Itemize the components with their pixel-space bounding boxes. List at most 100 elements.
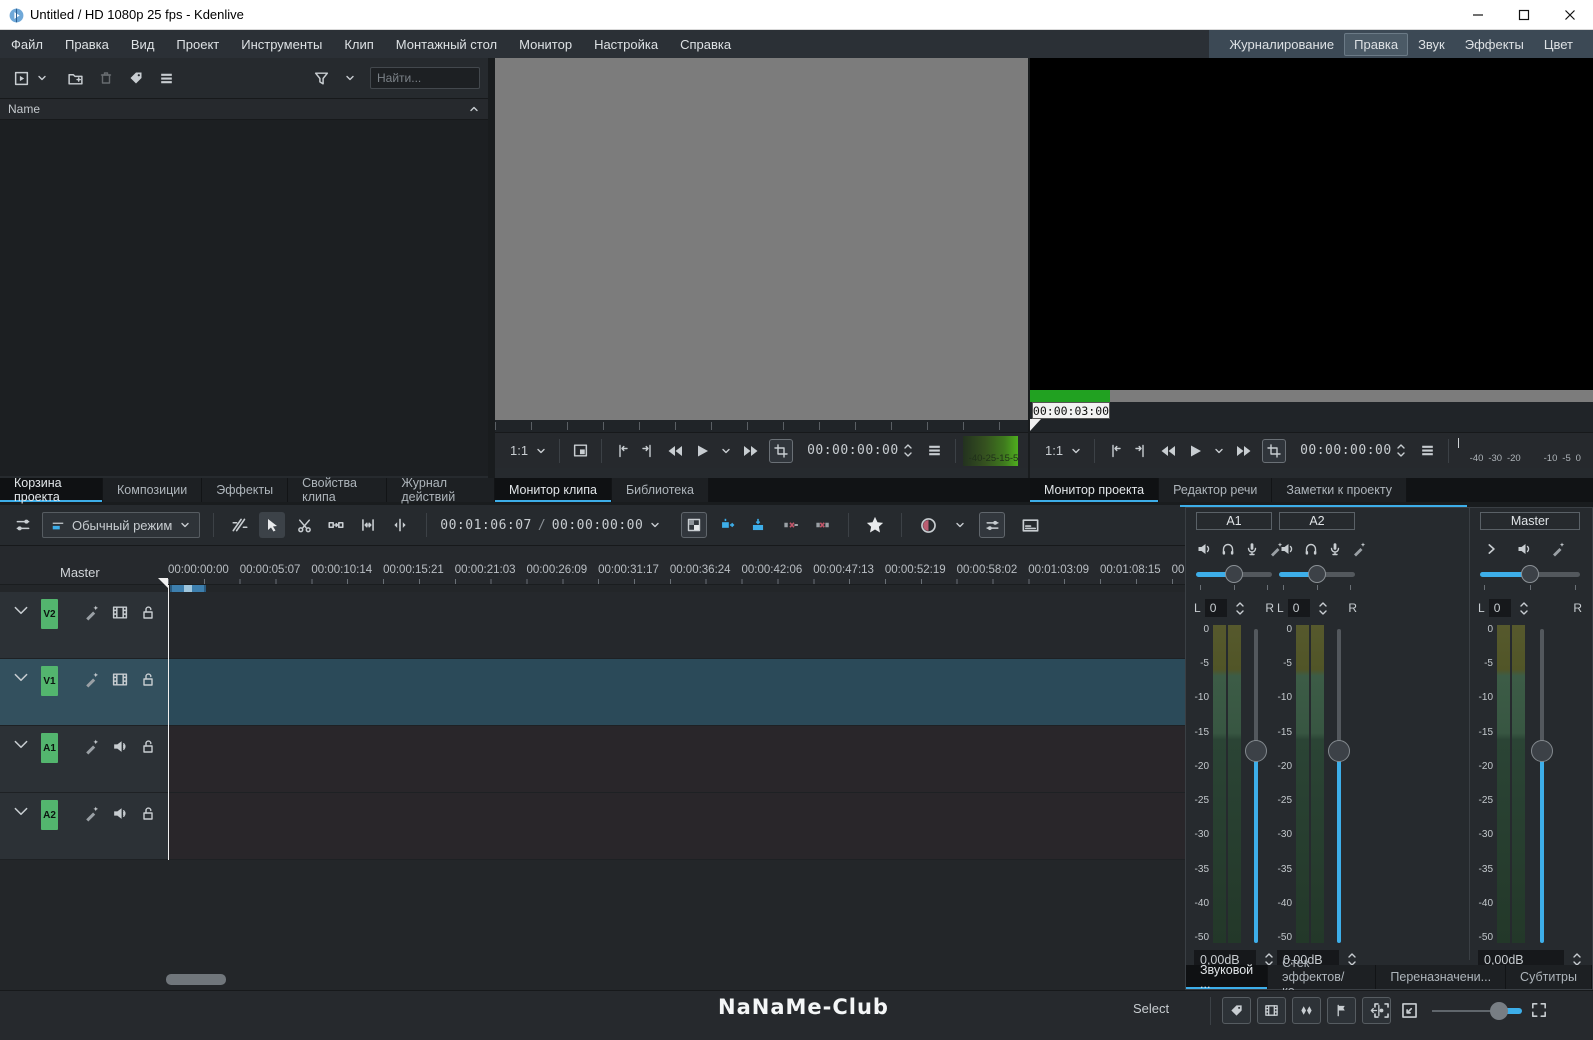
show-tags-button[interactable] <box>1222 997 1251 1024</box>
filter-button[interactable] <box>313 70 330 87</box>
subtitle-toggle[interactable] <box>1017 512 1043 538</box>
project-monitor-zone-bar[interactable] <box>1030 390 1593 402</box>
tab-library[interactable]: Библиотека <box>612 478 709 502</box>
add-clip-button[interactable] <box>8 70 53 87</box>
bin-search-input[interactable] <box>370 67 480 89</box>
rewind-button[interactable] <box>661 443 689 459</box>
lock-icon[interactable] <box>140 805 156 822</box>
zone-mode-button[interactable] <box>1262 439 1286 463</box>
mixer-channel-label[interactable]: Master <box>1480 512 1580 530</box>
track-target-badge[interactable]: V2 <box>41 599 58 629</box>
track-target-badge[interactable]: A2 <box>41 800 58 830</box>
clip-monitor-seek-ruler[interactable] <box>495 420 1028 432</box>
tag-button[interactable] <box>128 70 144 86</box>
menu-view[interactable]: Вид <box>120 32 166 57</box>
speaker-icon[interactable] <box>111 738 129 755</box>
menu-help[interactable]: Справка <box>669 32 742 57</box>
mute-speaker-icon[interactable] <box>1196 541 1212 557</box>
menu-clip[interactable]: Клип <box>333 32 384 57</box>
effects-wand-icon[interactable] <box>1550 541 1566 557</box>
effects-wand-icon[interactable] <box>83 738 100 755</box>
master-track-label[interactable]: Master <box>60 565 100 580</box>
menu-project[interactable]: Проект <box>165 32 230 57</box>
pan-value[interactable]: 0 <box>1205 599 1227 617</box>
mute-speaker-icon[interactable] <box>1279 541 1295 557</box>
lock-icon[interactable] <box>140 671 156 688</box>
project-monitor-timecode[interactable]: 00:00:00:00 <box>1300 443 1392 458</box>
tab-project-monitor[interactable]: Монитор проекта <box>1030 478 1159 502</box>
timeline-zoom-slider[interactable] <box>1432 1007 1522 1015</box>
menu-timeline[interactable]: Монтажный стол <box>385 32 508 57</box>
pan-spinner[interactable] <box>1235 601 1245 616</box>
balance-slider[interactable] <box>1279 570 1355 578</box>
tab-clip-monitor[interactable]: Монитор клипа <box>495 478 612 502</box>
minimize-button[interactable] <box>1455 0 1501 30</box>
clip-monitor-timecode[interactable]: 00:00:00:00 <box>807 443 899 458</box>
selection-tool[interactable] <box>259 512 285 538</box>
monitor-menu-button[interactable] <box>921 442 948 459</box>
lock-icon[interactable] <box>140 738 156 755</box>
tab-project-bin[interactable]: Корзина проекта <box>0 478 103 502</box>
zone-segment[interactable] <box>1030 390 1110 402</box>
record-mic-icon[interactable] <box>1327 541 1343 557</box>
spacer-tool[interactable] <box>323 512 349 538</box>
play-options-chevron[interactable] <box>715 445 737 457</box>
track-header-a1[interactable]: A1 <box>0 726 168 793</box>
record-mic-icon[interactable] <box>1244 541 1260 557</box>
effects-wand-icon[interactable] <box>83 604 100 621</box>
timeline-position-timecode[interactable]: 00:01:06:07 <box>440 518 532 533</box>
track-header-v2[interactable]: V2 <box>0 592 168 659</box>
menu-settings[interactable]: Настройка <box>583 32 669 57</box>
show-thumbnails-button[interactable] <box>1257 997 1286 1024</box>
mix-clips-tool[interactable] <box>227 512 253 538</box>
pan-spinner[interactable] <box>1519 601 1529 616</box>
speaker-icon[interactable] <box>111 805 129 822</box>
workspace-logging[interactable]: Журналирование <box>1219 33 1344 56</box>
lock-icon[interactable] <box>140 604 156 621</box>
fit-timeline-button[interactable] <box>1530 1001 1548 1019</box>
bin-clip-list[interactable] <box>0 120 488 476</box>
menu-file[interactable]: Файл <box>0 32 54 57</box>
workspace-effects[interactable]: Эффекты <box>1455 33 1534 56</box>
timecode-spinner[interactable] <box>903 443 913 458</box>
workspace-audio[interactable]: Звук <box>1408 33 1455 56</box>
lift-zone-button[interactable] <box>809 512 835 538</box>
tab-effects[interactable]: Эффекты <box>202 478 288 502</box>
timeline-playhead[interactable] <box>168 585 169 860</box>
close-button[interactable] <box>1547 0 1593 30</box>
set-zone-out-button[interactable] <box>1128 443 1154 459</box>
collapse-chevron-right-icon[interactable] <box>1484 542 1498 556</box>
menu-tools[interactable]: Инструменты <box>230 32 333 57</box>
monitor-menu-button[interactable] <box>1414 442 1441 459</box>
tab-effect-stack[interactable]: Стек эффектов/ко... <box>1268 965 1376 989</box>
zoom-slider-knob[interactable] <box>1490 1002 1508 1020</box>
track-lane-a2[interactable] <box>168 793 1185 860</box>
video-track-icon[interactable] <box>111 604 129 621</box>
mixer-channel-label[interactable]: A2 <box>1279 512 1355 530</box>
track-header-v1[interactable]: V1 <box>0 659 168 726</box>
set-zone-in-button[interactable] <box>1102 443 1128 459</box>
insert-zone-button[interactable] <box>713 512 739 538</box>
zoom-level-dropdown[interactable]: 1:1 <box>505 443 552 458</box>
mute-speaker-icon[interactable] <box>1516 541 1532 557</box>
tab-speech-editor[interactable]: Редактор речи <box>1159 478 1272 502</box>
track-header-a2[interactable]: A2 <box>0 793 168 860</box>
mixed-audio-video-icon[interactable] <box>681 512 707 538</box>
collapse-chevron-icon[interactable] <box>12 604 30 618</box>
forward-button[interactable] <box>1230 443 1258 459</box>
effects-wand-icon[interactable] <box>1351 541 1367 557</box>
pan-value[interactable]: 0 <box>1288 599 1310 617</box>
track-lane-a1[interactable] <box>168 726 1185 793</box>
zoom-level-dropdown[interactable]: 1:1 <box>1040 443 1087 458</box>
set-zone-in-button[interactable] <box>609 443 635 459</box>
collapse-chevron-icon[interactable] <box>12 671 30 685</box>
show-markers-button[interactable] <box>1327 997 1356 1024</box>
tab-remapping[interactable]: Переназначени... <box>1376 965 1506 989</box>
balance-slider[interactable] <box>1480 570 1580 578</box>
collapse-chevron-icon[interactable] <box>12 805 30 819</box>
effects-wand-icon[interactable] <box>83 671 100 688</box>
mixer-channel-label[interactable]: A1 <box>1196 512 1272 530</box>
volume-fader[interactable] <box>1246 625 1266 943</box>
record-options-chevron[interactable] <box>947 512 973 538</box>
zone-mode-button[interactable] <box>769 439 793 463</box>
